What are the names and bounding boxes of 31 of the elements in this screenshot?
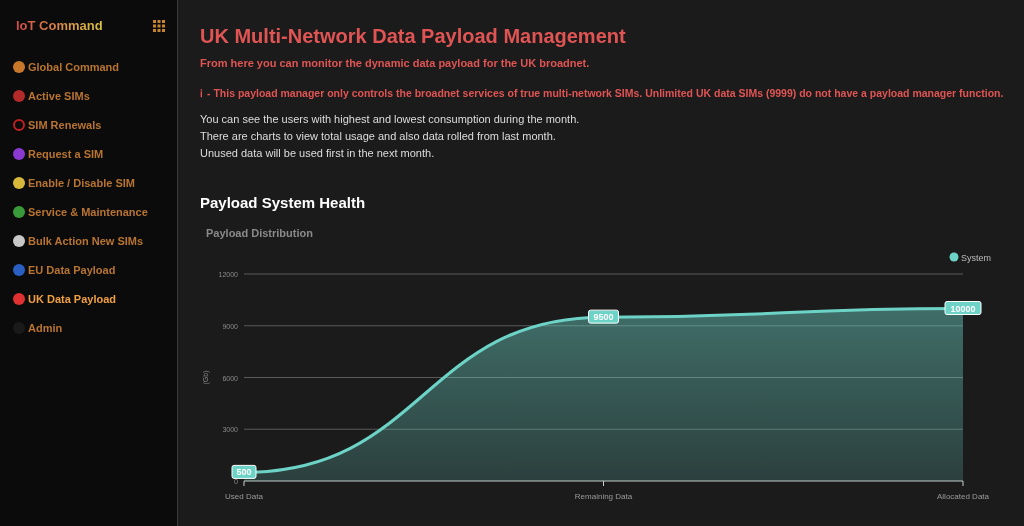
nav-item[interactable]: Bulk Action New SIMs <box>13 232 177 250</box>
nav-item[interactable]: Active SIMs <box>13 87 177 105</box>
data-label: 10000 <box>950 303 976 314</box>
x-tick-label: Used Data <box>225 491 263 501</box>
note-text: - This payload manager only controls the broadnet services of true multi-network SIMs. Unlimited UK data SIMs (9999) do not have a payload manager function. <box>207 85 1004 101</box>
nav-item[interactable]: Request a SIM <box>13 145 177 163</box>
x-tick-label: Remaining Data <box>574 491 633 501</box>
description-line: You can see the users with highest and lowest consumption during the month. <box>200 112 581 128</box>
nav-item[interactable]: SIM Renewals <box>13 116 177 134</box>
nav-item[interactable]: Enable / Disable SIM <box>13 174 177 192</box>
data-label: 500 <box>231 464 257 479</box>
info-icon: ℹ <box>200 85 203 102</box>
description-line: Unused data will be used first in the next month. <box>200 146 436 162</box>
nav-item[interactable]: Global Command <box>13 58 177 76</box>
nav-item[interactable]: Service & Maintenance <box>13 203 177 221</box>
legend-item[interactable]: System <box>949 252 991 263</box>
x-tick-label: Allocated Data <box>937 491 989 501</box>
grid-menu-icon[interactable] <box>153 20 165 32</box>
description-line: There are charts to view total usage and also data rolled from last month. <box>200 129 557 145</box>
chart-title: Payload Distribution <box>206 226 313 239</box>
data-label: 9500 <box>588 309 619 324</box>
intro-text: From here you can monitor the dynamic data payload for the UK broadnet. <box>200 56 591 71</box>
data-label: 500 <box>236 467 252 478</box>
page-title: UK Multi-Network Data Payload Management <box>200 24 627 48</box>
data-label: 10000 <box>944 300 982 315</box>
legend-label: System <box>961 252 992 263</box>
nav-item[interactable]: Admin <box>13 319 177 337</box>
nav-item[interactable]: EU Data Payload <box>13 261 177 279</box>
nav-item[interactable]: UK Data Payload <box>13 290 177 308</box>
section-heading: Payload System Health <box>200 193 367 214</box>
data-label: 9500 <box>593 311 614 322</box>
